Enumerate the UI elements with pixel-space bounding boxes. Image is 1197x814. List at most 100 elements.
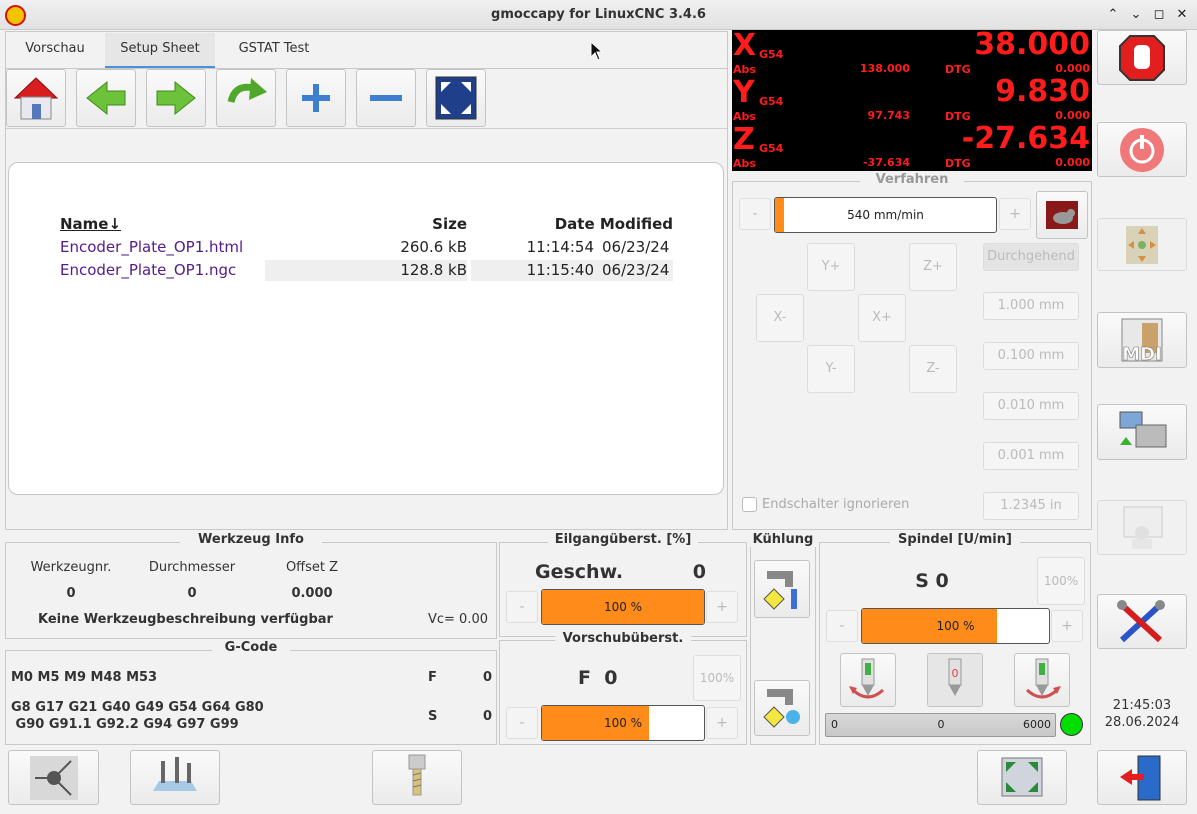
tool-info-title: Werkzeug Info — [180, 532, 322, 547]
dro-x-dtg-label: DTG — [945, 63, 971, 76]
tool-diameter-label: Durchmesser — [148, 560, 236, 575]
increment-0.1mm-button[interactable]: 0.100 mm — [983, 342, 1079, 370]
feed-override-slider[interactable]: 100 % — [541, 705, 705, 741]
zoom-in-button[interactable] — [286, 69, 346, 127]
file-time: 11:15:40 — [526, 261, 594, 279]
tab-setup-sheet[interactable]: Setup Sheet — [105, 33, 215, 69]
spindle-bar-min: 0 — [831, 718, 838, 731]
spindle-forward-button[interactable] — [840, 653, 896, 707]
spindle-reset-button[interactable]: 100% — [1037, 557, 1085, 605]
active-m-codes: M0 M5 M9 M48 M53 — [11, 670, 158, 685]
speed-label: S — [428, 709, 438, 724]
date-column-header[interactable]: Date Modified — [529, 215, 673, 233]
speed-value: 0 — [482, 709, 492, 724]
rapid-override-slider[interactable]: 100 % — [541, 589, 705, 625]
auto-mode-button[interactable] — [1097, 404, 1187, 460]
feed-override-title: Vorschubüberst. — [555, 631, 691, 646]
spindle-speed-bar: 0 0 6000 — [825, 713, 1056, 737]
user-screen-icon — [1123, 506, 1163, 549]
spindle-speed: S 0 — [915, 570, 949, 592]
jog-speed-plus-button[interactable]: + — [999, 198, 1031, 230]
jog-x-plus-button[interactable]: X+ — [858, 294, 906, 342]
flood-coolant-button[interactable] — [754, 560, 810, 618]
tab-vorschau[interactable]: Vorschau — [12, 33, 98, 69]
turtle-rabbit-button[interactable] — [1036, 191, 1088, 239]
dro-x-abs: 138.000 — [859, 62, 910, 75]
rapid-override-value: 100 % — [603, 600, 643, 614]
file-name-link[interactable]: Encoder_Plate_OP1.ngc — [60, 261, 236, 279]
spindle-reverse-button[interactable] — [1014, 653, 1070, 707]
dro-z-dtg-label: DTG — [945, 157, 971, 170]
jog-speed-slider[interactable]: 540 mm/min — [774, 197, 997, 233]
increment-0.01mm-button[interactable]: 0.010 mm — [983, 392, 1079, 420]
mist-coolant-button[interactable] — [754, 680, 810, 736]
spindle-override-slider[interactable]: 100 % — [861, 608, 1050, 644]
machine-power-button[interactable] — [1097, 122, 1187, 177]
mdi-mode-button[interactable]: MDI — [1097, 312, 1187, 368]
fullscreen-button[interactable] — [977, 750, 1067, 805]
increment-inch-button[interactable]: 1.2345 in — [983, 492, 1079, 520]
clock-date: 28.06.2024 — [1104, 715, 1180, 730]
fit-screen-icon — [435, 76, 477, 120]
coolant-title: Kühlung — [750, 532, 816, 547]
rapid-plus-button[interactable]: + — [706, 591, 738, 623]
touch-off-button[interactable] — [8, 750, 99, 805]
spindle-bar-value: 0 — [937, 718, 945, 731]
rapid-minus-button[interactable]: - — [506, 591, 538, 623]
feed-minus-button[interactable]: - — [506, 707, 538, 739]
manual-mode-button[interactable] — [1097, 218, 1187, 271]
dro-z-value[interactable]: -27.634 — [962, 121, 1090, 156]
jog-speed-minus-button[interactable]: - — [739, 198, 771, 230]
spindle-minus-button[interactable]: - — [826, 610, 858, 642]
dro-y-value[interactable]: 9.830 — [995, 74, 1090, 109]
jog-z-minus-button[interactable]: Z- — [909, 345, 957, 393]
window-up-button[interactable]: ⌃ — [1104, 6, 1122, 24]
estop-button[interactable] — [1097, 30, 1187, 85]
refresh-button[interactable] — [216, 69, 276, 127]
tab-gstat-test[interactable]: GSTAT Test — [225, 33, 323, 69]
jog-x-minus-button[interactable]: X- — [756, 294, 804, 342]
fullscreen-icon — [1001, 757, 1043, 797]
dro-x-axis: X — [733, 28, 757, 63]
fit-view-button[interactable] — [426, 69, 486, 127]
increment-0.001mm-button[interactable]: 0.001 mm — [983, 442, 1079, 470]
ignore-limits-checkbox[interactable] — [742, 497, 757, 512]
jog-y-plus-button[interactable]: Y+ — [807, 243, 855, 291]
name-column-header[interactable]: Name↓ — [60, 215, 121, 233]
home-button[interactable] — [6, 69, 66, 127]
close-button[interactable]: ✕ — [1173, 6, 1191, 24]
active-g-codes-1: G8 G17 G21 G40 G49 G54 G64 G80 — [11, 700, 264, 715]
tool-description: Keine Werkzeugbeschreibung verfügbar — [38, 612, 333, 627]
mdi-icon: MDI — [1121, 318, 1163, 365]
spindle-plus-button[interactable]: + — [1051, 610, 1083, 642]
size-column-header[interactable]: Size — [399, 215, 467, 233]
probe-button[interactable] — [130, 750, 220, 805]
user-tabs-button[interactable] — [1097, 500, 1187, 555]
tool-change-button[interactable] — [372, 750, 462, 805]
feed-plus-button[interactable]: + — [706, 707, 738, 739]
file-list: Name↓ Size Date Modified Encoder_Plate_O… — [8, 162, 724, 495]
active-g-codes-2: G90 G91.1 G92.2 G94 G97 G99 — [11, 717, 239, 732]
spindle-stop-button[interactable]: 0 — [927, 653, 983, 707]
dro-x-value[interactable]: 38.000 — [974, 27, 1090, 62]
spindle-ccw-icon — [1025, 658, 1061, 699]
settings-button[interactable] — [1097, 594, 1187, 649]
forward-button[interactable] — [146, 69, 206, 127]
jog-y-minus-button[interactable]: Y- — [807, 345, 855, 393]
window-title: gmoccapy for LinuxCNC 3.4.6 — [491, 7, 706, 22]
clock-time: 21:45:03 — [1112, 698, 1172, 713]
increment-continuous-button[interactable]: Durchgehend — [983, 243, 1079, 271]
back-button[interactable] — [76, 69, 136, 127]
feed-reset-button[interactable]: 100% — [693, 655, 741, 701]
minimize-button[interactable]: ⌄ — [1127, 6, 1145, 24]
file-name-link[interactable]: Encoder_Plate_OP1.html — [60, 238, 243, 256]
increment-1mm-button[interactable]: 1.000 mm — [983, 292, 1079, 320]
zoom-out-button[interactable] — [356, 69, 416, 127]
exit-button[interactable] — [1097, 750, 1187, 805]
jog-z-plus-button[interactable]: Z+ — [909, 243, 957, 291]
tool-holder-icon — [408, 754, 426, 796]
tool-number: 0 — [66, 586, 76, 601]
gcode-title: G-Code — [212, 640, 290, 655]
spindle-bar-max: 6000 — [1023, 718, 1051, 731]
maximize-button[interactable]: ◻ — [1150, 6, 1168, 24]
